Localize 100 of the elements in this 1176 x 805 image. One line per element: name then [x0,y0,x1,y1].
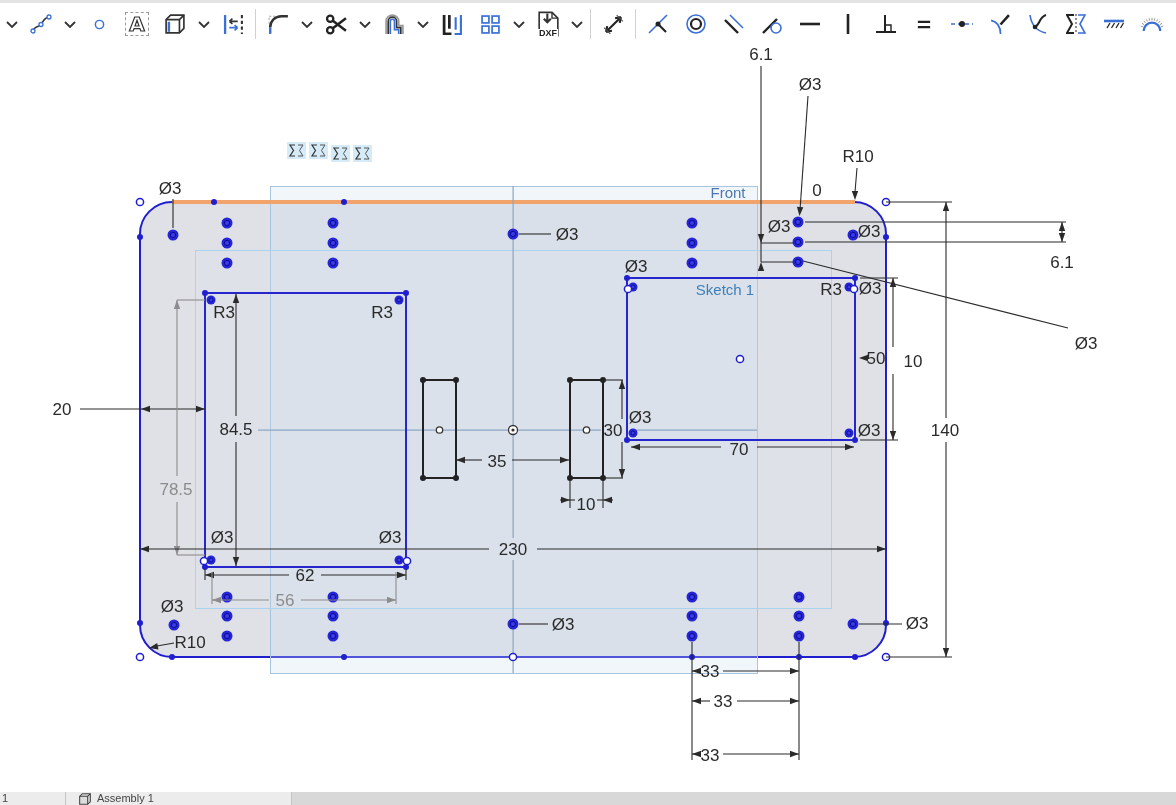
dimension-label: R10 [174,632,206,652]
hole-point [686,630,698,642]
hole-point [686,257,698,269]
dimension-label: 33 [713,691,733,711]
construction-point [199,556,209,566]
dimension-label: 230 [498,539,528,559]
hole-point [394,555,404,565]
sketch-point [883,620,889,626]
dimension-label: 6.1 [749,45,773,64]
hole-point [844,428,854,438]
hatched-line-icon [1103,19,1125,29]
sketch-point [202,290,208,296]
dimension-label: R3 [371,302,393,322]
dimension-label: Ø3 [160,596,184,616]
leader-line [518,623,549,625]
sketch-point [420,377,426,383]
hole-point [792,256,804,268]
sketch-point [453,475,459,481]
symmetric-constraint-icon [309,142,328,159]
sketch-point [567,377,573,383]
hole-point [394,295,404,305]
dimension-label: Ø3 [858,278,882,298]
arrows-between-lines-icon [222,13,244,35]
hole-point [168,619,180,631]
origin-point [507,424,519,436]
sketch-point [137,234,143,240]
dimension-label: 84.5 [219,419,253,439]
dimension-label: R3 [213,302,235,322]
hole-point [792,236,804,248]
sketch-point [169,654,175,660]
construction-point [508,652,518,662]
dimension-label: Ø3 [555,224,579,244]
dimension-label: Ø3 [905,613,929,633]
symmetric-icon [1066,14,1086,34]
plane-label: Sketch 1 [695,280,755,298]
midpoint-icon [951,20,973,28]
caret-icon [301,20,313,28]
tool-button[interactable]: DXF [532,8,564,40]
hole-point [793,591,805,603]
center-point [435,426,444,434]
sketch-point [211,199,217,205]
perpendicular-icon [876,15,896,33]
point-icon [93,18,105,30]
document-tab[interactable]: 1 [0,792,66,805]
hole-point [793,630,805,642]
sketch-point [689,654,695,660]
parallel-lines-icon [724,14,744,34]
dimension-label: 10 [576,494,596,514]
cube-icon [79,792,91,805]
dimension-label: 62 [295,565,315,585]
hole-point [206,295,216,305]
hole-point [221,237,233,249]
sketch-point [202,564,208,570]
sketch-point [420,475,426,481]
sketch-point [453,377,459,383]
sketch-point [341,199,347,205]
dimension-label: 6.1 [1050,252,1074,272]
construction-point [135,197,145,207]
dimension-label: 56 [275,590,295,610]
spline-icon [30,14,52,34]
grid-icon [480,14,500,34]
sketch-point [624,275,630,281]
caret-icon [571,20,583,28]
document-tab[interactable]: Assembly 1 [66,792,292,805]
sketch-point [796,654,802,660]
leader-line [172,198,174,229]
dimension-label: R10 [842,146,874,166]
construction-point [881,197,891,207]
hole-point [221,257,233,269]
hole-point [221,217,233,229]
caret-icon [6,20,18,28]
construction-point [881,652,891,662]
construction-point [735,354,745,364]
bracket-shapes-icon [441,13,463,35]
hole-point [327,630,339,642]
tool-button[interactable]: A [125,12,149,36]
hole-point [793,610,805,622]
concentric-circles-icon [686,14,706,34]
caret-icon [513,20,525,28]
dimension-label: 35 [487,451,507,471]
hole-point [221,630,233,642]
hole-point [686,610,698,622]
leader-line [518,233,552,235]
sketch-point [624,437,630,443]
dimension-label: Ø3 [378,527,402,547]
dimension-label: 0 [812,180,822,200]
caret-icon [417,20,429,28]
center-point [582,426,591,434]
sketch-point [600,475,606,481]
symmetric-constraint-icon [287,142,306,159]
sketch-point [403,564,409,570]
dimension-label: Ø3 [551,614,575,634]
dimension-label: Ø3 [767,216,791,236]
construction-point [849,284,859,294]
hole-point [686,591,698,603]
leader-line [851,167,859,200]
normal-icon [990,14,1010,34]
hole-point [847,618,859,630]
dimension-label: Ø3 [857,221,881,241]
dimension-label: Ø3 [857,420,881,440]
